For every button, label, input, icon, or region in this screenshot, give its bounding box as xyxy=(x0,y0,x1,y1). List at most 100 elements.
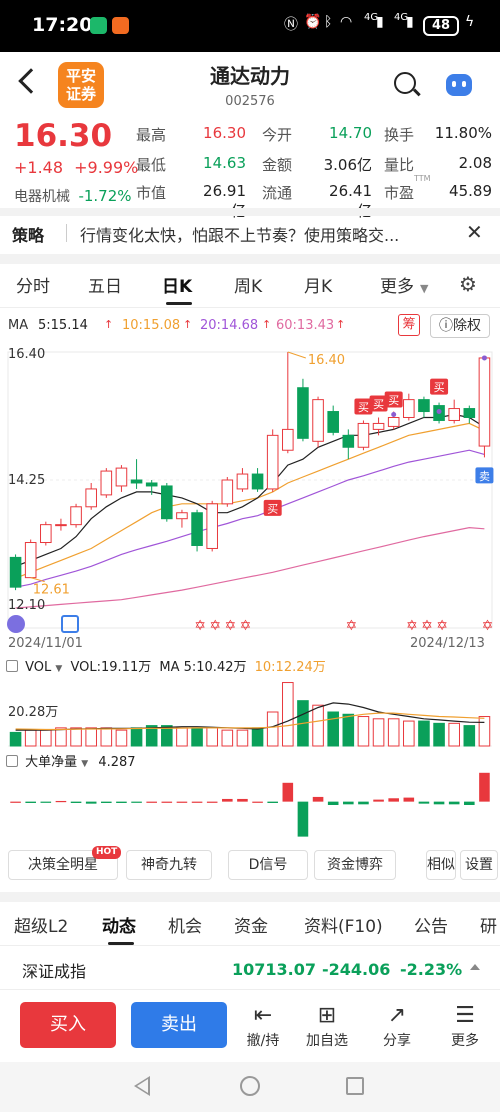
status-time: 17:20 xyxy=(32,14,93,36)
strategy-text[interactable]: 行情变化太快，怕跟不上节奏？使用策略交... xyxy=(80,222,460,246)
tab-news[interactable]: 动态 xyxy=(102,912,136,937)
candle-body xyxy=(55,524,67,527)
info-icon[interactable] xyxy=(6,755,18,767)
vol-ma5-value: MA 5:10.42万 xyxy=(159,660,247,675)
low-pointer xyxy=(30,577,45,583)
candle-body xyxy=(266,434,279,490)
quote-field-label: 换手 xyxy=(384,126,415,144)
tab-f10[interactable]: 资料(F10) xyxy=(304,912,383,937)
big-flow-bar xyxy=(70,801,82,803)
kline-frame xyxy=(7,351,493,629)
index-ticker[interactable]: 深证成指 10713.07 -244.06 -2.23% xyxy=(0,948,500,990)
adjust-icon: ⓘ xyxy=(439,318,453,334)
bluetooth-icon: ᛒ xyxy=(324,14,333,30)
chevron-down-icon[interactable]: ▼ xyxy=(81,759,88,769)
quote-field-label: 流通 xyxy=(262,184,293,202)
share-button[interactable]: ↗ 分享 xyxy=(374,1002,420,1050)
nav-home-icon[interactable] xyxy=(240,1076,260,1096)
candle-body xyxy=(236,473,249,490)
up-arrow-icon: ↑ xyxy=(262,318,272,331)
tab-funds[interactable]: 资金 xyxy=(234,912,268,937)
expand-icon[interactable] xyxy=(470,964,480,970)
industry-row[interactable]: 电器机械 -1.72% xyxy=(14,186,132,206)
add-watchlist-button[interactable]: ⊞ 加自选 xyxy=(304,1002,350,1050)
tab-daily-k[interactable]: 日K xyxy=(162,272,192,297)
volume-bar xyxy=(418,720,430,747)
indicator-button[interactable]: D信号 xyxy=(228,850,308,880)
volume-bar xyxy=(478,716,491,747)
quote-field-label: 今开 xyxy=(262,126,293,144)
frame-icon xyxy=(61,615,79,633)
signal-star-icon: ✡ xyxy=(240,618,252,634)
tab-level2[interactable]: 超级L2 xyxy=(14,912,68,937)
indicator-button[interactable]: 相似 xyxy=(426,850,456,880)
alarm-icon: ⏰ xyxy=(304,14,322,30)
candle-body xyxy=(206,503,218,549)
volume-bar xyxy=(40,729,52,747)
index-change-percent: -2.23% xyxy=(400,960,463,979)
battery-icon: 48 xyxy=(423,16,459,36)
chevron-down-icon[interactable]: ▼ xyxy=(55,664,62,674)
low-label: 12.61 xyxy=(33,583,70,598)
volume-bar xyxy=(372,718,385,747)
volume-bar xyxy=(282,682,294,747)
cancel-hold-button[interactable]: ⇤ 撤/持 xyxy=(240,1002,286,1050)
tab-opportunity[interactable]: 机会 xyxy=(168,912,202,937)
candle-body xyxy=(115,467,128,487)
big-flow-bar xyxy=(252,801,263,803)
big-flow-label[interactable]: 大单净量 xyxy=(25,755,77,770)
nav-back-icon[interactable] xyxy=(134,1076,150,1096)
candle-body xyxy=(297,387,309,439)
sell-button[interactable]: 卖出 xyxy=(131,1002,227,1048)
ma60-value: 60:13.43 xyxy=(276,318,335,333)
big-flow-bar xyxy=(297,801,309,837)
volume-bar xyxy=(342,713,355,747)
divider xyxy=(66,224,67,242)
change-percent: +9.99% xyxy=(74,158,139,177)
strategy-label: 策略 xyxy=(12,226,45,245)
indicator-button[interactable]: 资金博弈 xyxy=(314,850,396,880)
wechat-icon xyxy=(90,17,107,34)
more-label: 更多 xyxy=(451,1033,479,1049)
quote-field-value: 16.30 xyxy=(203,124,246,142)
search-icon[interactable] xyxy=(394,72,416,94)
tab-monthly-k[interactable]: 月K xyxy=(304,272,332,297)
candle-body xyxy=(130,479,143,484)
cancel-order-icon: ⇤ xyxy=(253,1003,273,1028)
signal-star-icon: ✡ xyxy=(421,618,433,634)
tab-research[interactable]: 研 xyxy=(480,912,497,937)
chip-distribution-button[interactable]: 筹 xyxy=(398,314,420,336)
big-flow-bar xyxy=(343,801,354,805)
marker-label: 买 xyxy=(434,381,445,394)
quote-field-value: 2.08 xyxy=(458,154,492,172)
strategy-banner[interactable]: 策略 行情变化太快，怕跟不上节奏？使用策略交... ✕ xyxy=(0,216,500,250)
nfc-icon: Ⓝ xyxy=(284,17,298,33)
big-flow-bar xyxy=(25,801,36,803)
big-flow-bar xyxy=(116,801,127,803)
candle-body xyxy=(70,506,82,526)
buy-button[interactable]: 买入 xyxy=(20,1002,116,1048)
industry-change: -1.72% xyxy=(78,187,132,205)
settings-button[interactable]: 设置 xyxy=(460,850,498,880)
volume-bar xyxy=(221,729,234,747)
tab-announcements[interactable]: 公告 xyxy=(414,912,448,937)
vol-indicator-label[interactable]: VOL xyxy=(25,660,51,675)
candle-body xyxy=(161,485,173,520)
assistant-robot-icon[interactable] xyxy=(446,74,472,96)
chart-tabs: 分时 五日 日K 周K 月K 更多 ▼ ⚙ xyxy=(0,264,500,308)
tab-five-day[interactable]: 五日 xyxy=(88,272,122,297)
info-icon[interactable] xyxy=(6,660,18,672)
big-flow-bar xyxy=(479,772,490,802)
candle-body xyxy=(145,482,158,487)
nav-recents-icon[interactable] xyxy=(346,1077,364,1095)
tab-weekly-k[interactable]: 周K xyxy=(234,272,262,297)
adjust-button[interactable]: ⓘ除权 xyxy=(430,314,490,338)
quote-field-label: 市值 xyxy=(136,184,167,202)
gear-icon[interactable]: ⚙ xyxy=(459,272,477,296)
tab-intraday[interactable]: 分时 xyxy=(16,272,50,297)
big-flow-bar xyxy=(373,799,384,802)
tab-more[interactable]: 更多 ▼ xyxy=(380,272,428,297)
close-icon[interactable]: ✕ xyxy=(466,220,483,244)
more-button[interactable]: ☰ 更多 xyxy=(442,1002,488,1050)
indicator-button[interactable]: 神奇九转 xyxy=(126,850,212,880)
